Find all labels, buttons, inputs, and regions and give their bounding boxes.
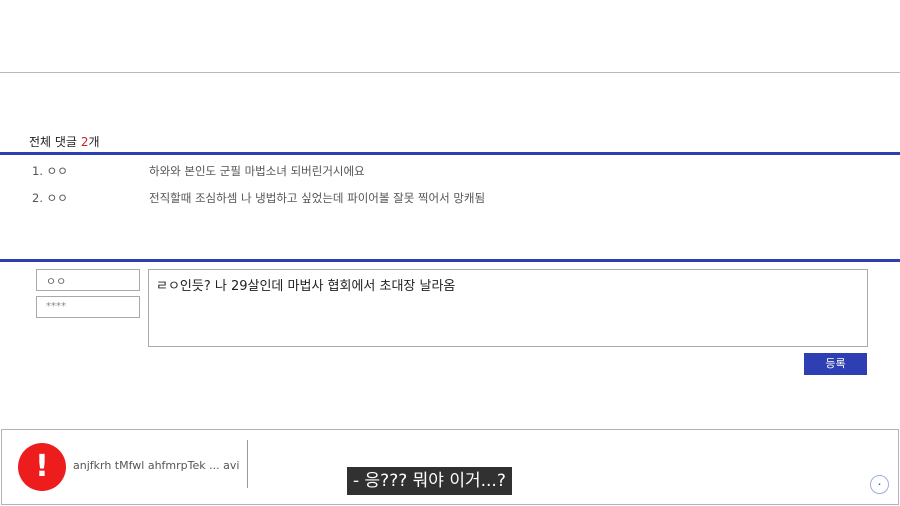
comment-author: ㅇㅇ xyxy=(46,164,68,178)
comment-text: 전직할때 조심하셈 나 냉법하고 싶었는데 파이어볼 잘못 찍어서 망캐됨 xyxy=(149,191,486,205)
comment-text: 하와와 본인도 군필 마법소녀 되버린거시에요 xyxy=(149,164,365,178)
video-subtitle: - 응??? 뭐야 이거...? xyxy=(347,467,512,495)
password-input[interactable]: **** xyxy=(36,296,140,318)
comment-index: 2. xyxy=(32,191,43,205)
comment-count-suffix: 개 xyxy=(88,135,100,149)
comment-count-header: 전체 댓글 2개 xyxy=(29,133,100,150)
submit-button[interactable]: 등록 xyxy=(804,353,867,375)
player-divider xyxy=(247,440,248,488)
comment-row: 2. ㅇㅇ 전직할때 조심하셈 나 냉법하고 싶었는데 파이어볼 잘못 찍어서 망… xyxy=(32,190,892,206)
name-input[interactable]: ㅇㅇ xyxy=(36,269,140,291)
comment-list-top-border xyxy=(0,152,900,155)
media-filename: anjfkrh tMfwl ahfmrpTek ... avi xyxy=(73,459,240,472)
comment-count-label: 전체 댓글 xyxy=(29,135,77,149)
comment-index: 1. xyxy=(32,164,43,178)
top-divider xyxy=(0,72,900,73)
comment-author: ㅇㅇ xyxy=(46,191,68,205)
alert-icon: ! xyxy=(18,443,66,491)
channel-logo-icon: · xyxy=(870,475,889,494)
comment-row: 1. ㅇㅇ 하와와 본인도 군필 마법소녀 되버린거시에요 xyxy=(32,163,892,179)
comment-list-bottom-border xyxy=(0,259,900,262)
comment-textarea[interactable]: ㄹㅇ인듯? 나 29살인데 마법사 협회에서 초대장 날라옴 xyxy=(148,269,868,347)
